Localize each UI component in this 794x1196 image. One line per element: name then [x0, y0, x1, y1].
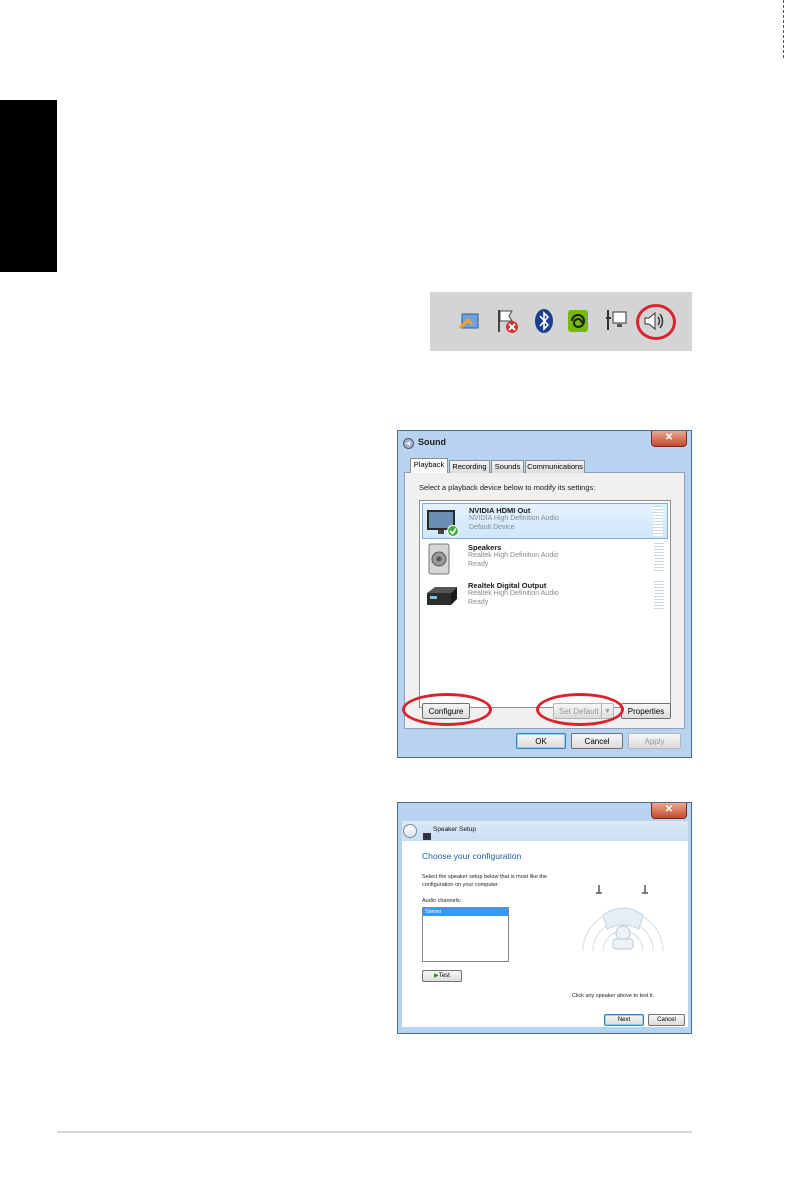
tab-sounds[interactable]: Sounds: [491, 460, 524, 473]
sound-dialog-title: Sound: [418, 437, 446, 447]
cancel-button[interactable]: Cancel: [571, 733, 623, 749]
sound-dialog-icon: [403, 436, 414, 449]
device-status: Default Device: [469, 524, 515, 531]
device-driver: Realtek High Definition Audio: [468, 552, 559, 559]
device-nvidia-hdmi[interactable]: NVIDIA HDMI Out NVIDIA High Definition A…: [422, 503, 668, 539]
setup-nav-bar: Speaker Setup: [402, 821, 688, 841]
playback-instruction: Select a playback device below to modify…: [419, 483, 596, 492]
device-driver: NVIDIA High Definition Audio: [469, 515, 559, 522]
speaker-setup-dialog: ✕ Speaker Setup Choose your configuratio…: [397, 802, 692, 1034]
setup-cancel-button[interactable]: Cancel: [648, 1014, 685, 1026]
next-button[interactable]: Next: [604, 1014, 644, 1026]
setup-title: Speaker Setup: [433, 826, 477, 833]
setup-close-button[interactable]: ✕: [651, 803, 687, 819]
set-default-highlight-ring: [536, 693, 624, 726]
device-status: Ready: [468, 599, 489, 606]
speaker-diagram[interactable]: [579, 881, 667, 961]
setup-heading: Choose your configuration: [422, 851, 522, 861]
speaker-icon: [426, 543, 456, 575]
device-driver: Realtek High Definition Audio: [468, 590, 559, 597]
level-meter: [654, 543, 664, 573]
monitor-icon: [426, 507, 460, 537]
language-side-tab: [0, 100, 57, 272]
setup-body: Choose your configuration Select the spe…: [402, 841, 688, 1027]
channels-label: Audio channels:: [422, 898, 462, 904]
setup-description: Select the speaker setup below that is m…: [422, 874, 548, 888]
configure-highlight-ring: [402, 693, 492, 726]
level-meter: [654, 581, 664, 611]
update-icon[interactable]: [458, 308, 482, 334]
channel-option-stereo[interactable]: Stereo: [423, 908, 508, 916]
properties-button[interactable]: Properties: [621, 703, 671, 719]
tab-playback[interactable]: Playback: [410, 458, 448, 473]
back-button[interactable]: [403, 824, 417, 838]
sound-close-button[interactable]: ✕: [651, 431, 687, 447]
device-name: Realtek Digital Output: [468, 581, 547, 590]
tab-recording[interactable]: Recording: [449, 460, 490, 473]
device-status: Ready: [468, 561, 489, 568]
volume-highlight-ring: [636, 304, 676, 340]
network-icon[interactable]: [604, 308, 628, 334]
speaker-setup-icon: [423, 827, 431, 840]
device-speakers[interactable]: Speakers Realtek High Definition Audio R…: [422, 541, 668, 577]
nvidia-icon[interactable]: [566, 308, 590, 334]
action-center-flag-icon[interactable]: [496, 308, 520, 334]
device-name: NVIDIA HDMI Out: [469, 506, 531, 515]
ok-button[interactable]: OK: [516, 733, 566, 749]
test-button[interactable]: ▶Test: [422, 970, 462, 982]
bluetooth-icon[interactable]: [532, 308, 556, 334]
test-label: Test: [438, 973, 450, 979]
test-hint: Click any speaker above to test it.: [572, 993, 655, 999]
level-meter: [653, 506, 663, 536]
digital-output-icon: [425, 585, 459, 609]
device-list[interactable]: NVIDIA HDMI Out NVIDIA High Definition A…: [419, 500, 671, 708]
cut-line: [783, 0, 784, 58]
device-name: Speakers: [468, 543, 502, 552]
footer-rule: [57, 1131, 692, 1133]
device-realtek-digital[interactable]: Realtek Digital Output Realtek High Defi…: [422, 579, 668, 615]
tab-communications[interactable]: Communications: [525, 460, 585, 473]
channels-list[interactable]: Stereo: [422, 907, 509, 962]
apply-button[interactable]: Apply: [628, 733, 681, 749]
